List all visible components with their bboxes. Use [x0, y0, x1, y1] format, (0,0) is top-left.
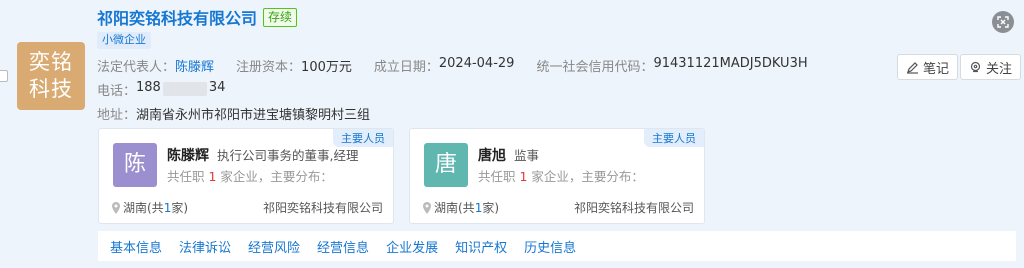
company-size-tag: 小微企业 [97, 32, 151, 49]
key-personnel-tag: 主要人员 [644, 129, 704, 147]
avatar: 陈 [113, 143, 157, 187]
related-company[interactable]: 祁阳奕铭科技有限公司 [574, 199, 694, 216]
tab-operations[interactable]: 经营信息 [317, 237, 369, 256]
phone-prefix: 188 [136, 80, 161, 95]
scan-icon[interactable] [992, 11, 1014, 33]
capital-label: 注册资本： [236, 60, 302, 75]
person-role: 监事 [514, 148, 540, 163]
person-card[interactable]: 主要人员 唐 唐旭 监事 共任职 1 家企业，主要分布： 湖南(共 1 家) 祁阳奕… [409, 128, 705, 224]
section-tabs: 基本信息 法律诉讼 经营风险 经营信息 企业发展 知识产权 历史信息 [98, 231, 1016, 261]
address-label: 地址： [97, 108, 137, 123]
phone-mask [162, 82, 207, 96]
credit-code-value: 91431121MADJ5DKU3H [653, 56, 808, 71]
location-icon [112, 201, 120, 214]
credit-code-label: 统一社会信用代码： [536, 60, 654, 75]
select-checkbox[interactable] [0, 70, 8, 82]
tab-ip[interactable]: 知识产权 [455, 237, 507, 256]
person-name[interactable]: 唐旭 [478, 145, 506, 165]
person-stat: 共任职 1 家企业，主要分布： [478, 169, 644, 184]
founded-label: 成立日期： [373, 60, 439, 75]
person-stat: 共任职 1 家企业，主要分布： [167, 169, 333, 184]
tab-legal[interactable]: 法律诉讼 [179, 237, 231, 256]
info-row-address: 地址： 湖南省永州市祁阳市进宝塘镇黎明村三组 [97, 104, 370, 123]
related-company[interactable]: 祁阳奕铭科技有限公司 [263, 199, 383, 216]
person-role: 执行公司事务的董事,经理 [217, 148, 359, 163]
avatar: 唐 [424, 143, 468, 187]
title-row: 祁阳奕铭科技有限公司 存续 [97, 5, 298, 29]
follow-button[interactable]: 关注 [960, 54, 1022, 80]
pencil-icon [907, 61, 918, 74]
address-value: 湖南省永州市祁阳市进宝塘镇黎明村三组 [136, 108, 371, 123]
logo-line-2: 科技 [29, 77, 73, 101]
phone-suffix: 34 [208, 80, 226, 95]
follow-label: 关注 [986, 61, 1013, 77]
person-name[interactable]: 陈滕辉 [167, 145, 209, 165]
location-icon [423, 201, 431, 214]
info-row-phone: 电话： 188 34 [97, 80, 225, 99]
location-pin-icon [970, 61, 981, 72]
founded-value: 2024-04-29 [438, 56, 515, 71]
phone-label: 电话： [97, 84, 137, 99]
tab-history[interactable]: 历史信息 [524, 237, 576, 256]
note-label: 笔记 [923, 61, 950, 77]
logo-line-1: 奕铭 [29, 50, 73, 74]
person-card[interactable]: 主要人员 陈 陈滕辉 执行公司事务的董事,经理 共任职 1 家企业，主要分布： … [98, 128, 394, 224]
tab-basic-info[interactable]: 基本信息 [110, 237, 162, 256]
status-badge: 存续 [263, 7, 298, 27]
region-info: 湖南(共 1 家) [111, 199, 188, 216]
legal-rep-link[interactable]: 陈滕辉 [175, 56, 214, 75]
company-logo: 奕铭 科技 [17, 42, 85, 110]
capital-value: 100万元 [301, 60, 352, 75]
region-info: 湖南(共 1 家) [422, 199, 499, 216]
info-row-main: 法定代表人： 陈滕辉 注册资本： 100万元 成立日期： 2024-04-29 … [97, 56, 808, 75]
legal-rep-label: 法定代表人： [97, 60, 176, 75]
company-name[interactable]: 祁阳奕铭科技有限公司 [97, 5, 257, 29]
tab-development[interactable]: 企业发展 [386, 237, 438, 256]
tab-risk[interactable]: 经营风险 [248, 237, 300, 256]
note-button[interactable]: 笔记 [897, 54, 959, 80]
